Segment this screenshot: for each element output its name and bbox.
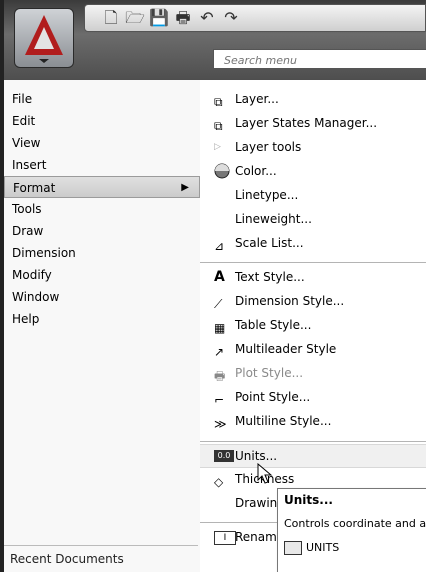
menu-item-view[interactable]: View	[4, 132, 200, 154]
submenu-item-label: Color...	[235, 164, 277, 178]
submenu-item-thickness[interactable]: ◇Thickness	[200, 468, 426, 490]
point-style-icon: ⌐	[214, 393, 225, 407]
submenu-item-scale-list[interactable]: ⊿ Scale List...	[200, 232, 426, 254]
new-icon[interactable]: 🗋	[101, 8, 121, 28]
dimension-style-icon: ⟋	[214, 297, 223, 311]
submenu-arrow-icon: ▷	[214, 142, 221, 152]
menu-item-dimension[interactable]: Dimension	[4, 242, 200, 264]
submenu-item-text-style[interactable]: A Text Style...	[200, 266, 426, 288]
submenu-item-multileader-style[interactable]: ↗ Multileader Style	[200, 338, 426, 360]
tooltip-command-name: UNITS	[306, 541, 340, 554]
units-tooltip: Units... Controls coordinate and angle d…	[277, 488, 426, 572]
menu-item-insert[interactable]: Insert	[4, 154, 200, 176]
command-icon	[284, 541, 302, 555]
menu-item-label: Dimension	[12, 246, 76, 260]
layer-icon: ⧉	[214, 95, 223, 109]
menu-item-label: Help	[12, 312, 40, 326]
menu-item-modify[interactable]: Modify	[4, 264, 200, 286]
submenu-item-linetype[interactable]: Linetype...	[200, 184, 426, 206]
title-bar: 🗋 🗁 💾 🖶 ↶ ↷	[4, 0, 426, 86]
submenu-item-label: Multiline Style...	[235, 414, 332, 428]
submenu-item-label: Plot Style...	[235, 366, 304, 380]
submenu-item-table-style[interactable]: ▦ Table Style...	[200, 314, 426, 336]
search-input[interactable]	[222, 51, 426, 69]
tooltip-title: Units...	[284, 493, 333, 507]
menu-item-draw[interactable]: Draw	[4, 220, 200, 242]
multiline-style-icon: ≫	[214, 417, 227, 431]
thickness-icon: ◇	[214, 475, 224, 489]
submenu-item-label: Text Style...	[235, 270, 305, 284]
menu-item-label: Window	[12, 290, 60, 304]
print-icon[interactable]: 🖶	[173, 8, 193, 28]
submenu-item-color[interactable]: Color...	[200, 160, 426, 182]
menu-item-file[interactable]: File	[4, 88, 200, 110]
menu-item-label: View	[12, 136, 41, 150]
mouse-pointer-icon	[257, 463, 273, 484]
menu-item-window[interactable]: Window	[4, 286, 200, 308]
text-style-icon: A	[214, 269, 225, 285]
menu-item-help[interactable]: Help	[4, 308, 200, 330]
multileader-style-icon: ↗	[214, 345, 225, 359]
submenu-item-layer[interactable]: ⧉ Layer...	[200, 88, 426, 110]
submenu-item-label: Table Style...	[235, 318, 312, 332]
layer-states-icon: ⧉	[214, 119, 223, 133]
search-menu-box[interactable]	[213, 49, 426, 69]
menu-item-label: Draw	[12, 224, 44, 238]
application-button[interactable]	[14, 8, 74, 68]
autocad-logo-icon	[25, 15, 63, 63]
submenu-item-layer-states[interactable]: ⧉ Layer States Manager...	[200, 112, 426, 134]
submenu-item-label: Point Style...	[235, 390, 311, 404]
rename-icon: I	[214, 531, 236, 545]
menu-item-edit[interactable]: Edit	[4, 110, 200, 132]
submenu-item-label: Layer tools	[235, 140, 302, 154]
save-icon[interactable]: 💾	[149, 8, 169, 28]
menu-item-label: Tools	[12, 202, 42, 216]
submenu-item-layer-tools[interactable]: ▷ Layer tools	[200, 136, 426, 158]
recent-documents-label: Recent Documents	[10, 552, 124, 566]
recent-documents-button[interactable]: Recent Documents	[4, 545, 198, 572]
submenu-item-label: Linetype...	[235, 188, 299, 202]
open-icon[interactable]: 🗁	[125, 8, 145, 28]
quick-access-toolbar: 🗋 🗁 💾 🖶 ↶ ↷	[84, 4, 426, 32]
submenu-item-dimension-style[interactable]: ⟋ Dimension Style...	[200, 290, 426, 312]
redo-icon[interactable]: ↷	[221, 8, 241, 28]
submenu-item-label: Layer...	[235, 92, 279, 106]
menu-item-label: Insert	[12, 158, 47, 172]
application-menu-screenshot: 🗋 🗁 💾 🖶 ↶ ↷ File Edit View Insert Format…	[0, 0, 426, 572]
submenu-divider	[200, 441, 426, 442]
menu-item-label: Modify	[12, 268, 52, 282]
submenu-item-lineweight[interactable]: Lineweight...	[200, 208, 426, 230]
menu-item-label: Edit	[12, 114, 36, 128]
tooltip-command: UNITS	[284, 541, 339, 555]
submenu-item-label: Scale List...	[235, 236, 304, 250]
submenu-item-units[interactable]: 0.0 Units...	[200, 444, 426, 468]
submenu-item-plot-style: 🖶 Plot Style...	[200, 362, 426, 384]
menu-item-label: Format	[13, 181, 56, 195]
submenu-item-label: Lineweight...	[235, 212, 312, 226]
units-icon: 0.0	[214, 450, 234, 462]
submenu-item-point-style[interactable]: ⌐ Point Style...	[200, 386, 426, 408]
scale-list-icon: ⊿	[214, 239, 225, 253]
tooltip-description: Controls coordinate and angle display fo…	[284, 517, 426, 530]
plot-style-icon: 🖶	[214, 369, 226, 383]
submenu-item-label: Multileader Style	[235, 342, 337, 356]
submenu-item-multiline-style[interactable]: ≫ Multiline Style...	[200, 410, 426, 432]
submenu-divider	[200, 262, 426, 263]
color-icon	[214, 163, 232, 179]
menu-item-format[interactable]: Format ▶	[4, 176, 200, 198]
submenu-arrow-icon: ▶	[181, 182, 189, 193]
table-style-icon: ▦	[214, 321, 226, 335]
submenu-item-label: Layer States Manager...	[235, 116, 378, 130]
undo-icon[interactable]: ↶	[197, 8, 217, 28]
submenu-item-label: Dimension Style...	[235, 294, 345, 308]
menu-item-label: File	[12, 92, 33, 106]
menu-item-tools[interactable]: Tools	[4, 198, 200, 220]
menu-list: File Edit View Insert Format ▶ Tools Draw…	[4, 80, 201, 572]
